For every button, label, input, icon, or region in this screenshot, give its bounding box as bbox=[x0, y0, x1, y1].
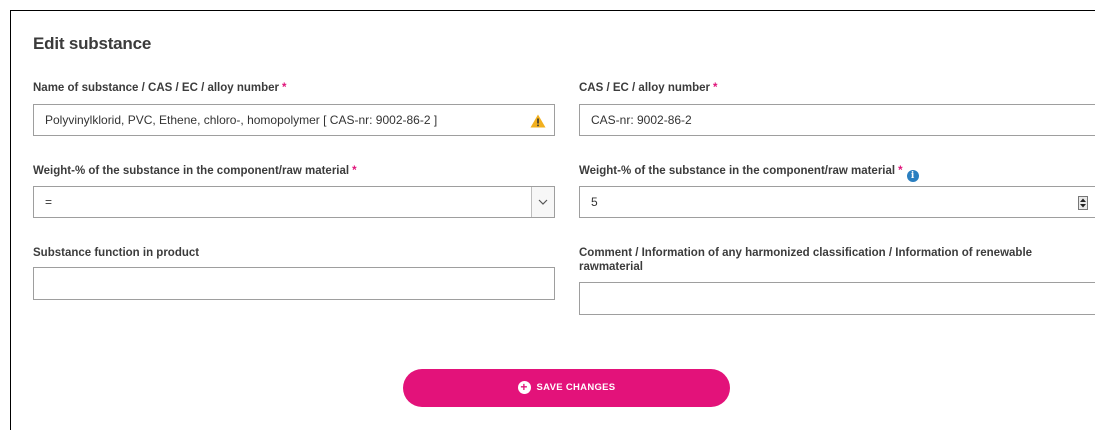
warning-icon bbox=[530, 114, 546, 128]
required-mark: * bbox=[898, 165, 903, 177]
page-title: Edit substance bbox=[33, 34, 152, 53]
comment-label: Comment / Information of any harmonized … bbox=[579, 247, 1033, 273]
save-changes-button[interactable]: + SAVE CHANGES bbox=[403, 369, 730, 407]
cas-value: CAS-nr: 9002-86-2 bbox=[591, 113, 692, 127]
required-mark: * bbox=[352, 165, 357, 177]
substance-name-input[interactable]: Polyvinylklorid, PVC, Ethene, chloro-, h… bbox=[33, 104, 555, 136]
function-input[interactable] bbox=[33, 267, 555, 300]
weight-operator-select[interactable]: = bbox=[33, 186, 555, 218]
chevron-down-icon[interactable] bbox=[531, 187, 554, 217]
weight-operator-label: Weight-% of the substance in the compone… bbox=[33, 165, 357, 177]
info-icon[interactable]: i bbox=[906, 170, 919, 182]
cas-input[interactable]: CAS-nr: 9002-86-2 bbox=[579, 104, 1095, 136]
required-mark: * bbox=[282, 82, 287, 94]
cas-label: CAS / EC / alloy number * bbox=[579, 82, 718, 94]
substance-name-value: Polyvinylklorid, PVC, Ethene, chloro-, h… bbox=[45, 113, 438, 127]
weight-value-input[interactable]: 5 bbox=[579, 186, 1095, 218]
plus-circle-icon: + bbox=[517, 381, 531, 394]
comment-input[interactable] bbox=[579, 282, 1095, 315]
name-label: Name of substance / CAS / EC / alloy num… bbox=[33, 82, 287, 94]
function-label: Substance function in product bbox=[33, 247, 200, 259]
weight-value-label: Weight-% of the substance in the compone… bbox=[579, 164, 919, 182]
spinner-icon[interactable] bbox=[1078, 196, 1088, 210]
required-mark: * bbox=[713, 82, 718, 94]
weight-operator-value: = bbox=[45, 195, 53, 209]
form-panel bbox=[10, 10, 1095, 430]
save-changes-label: SAVE CHANGES bbox=[536, 382, 616, 393]
weight-value: 5 bbox=[591, 195, 598, 209]
